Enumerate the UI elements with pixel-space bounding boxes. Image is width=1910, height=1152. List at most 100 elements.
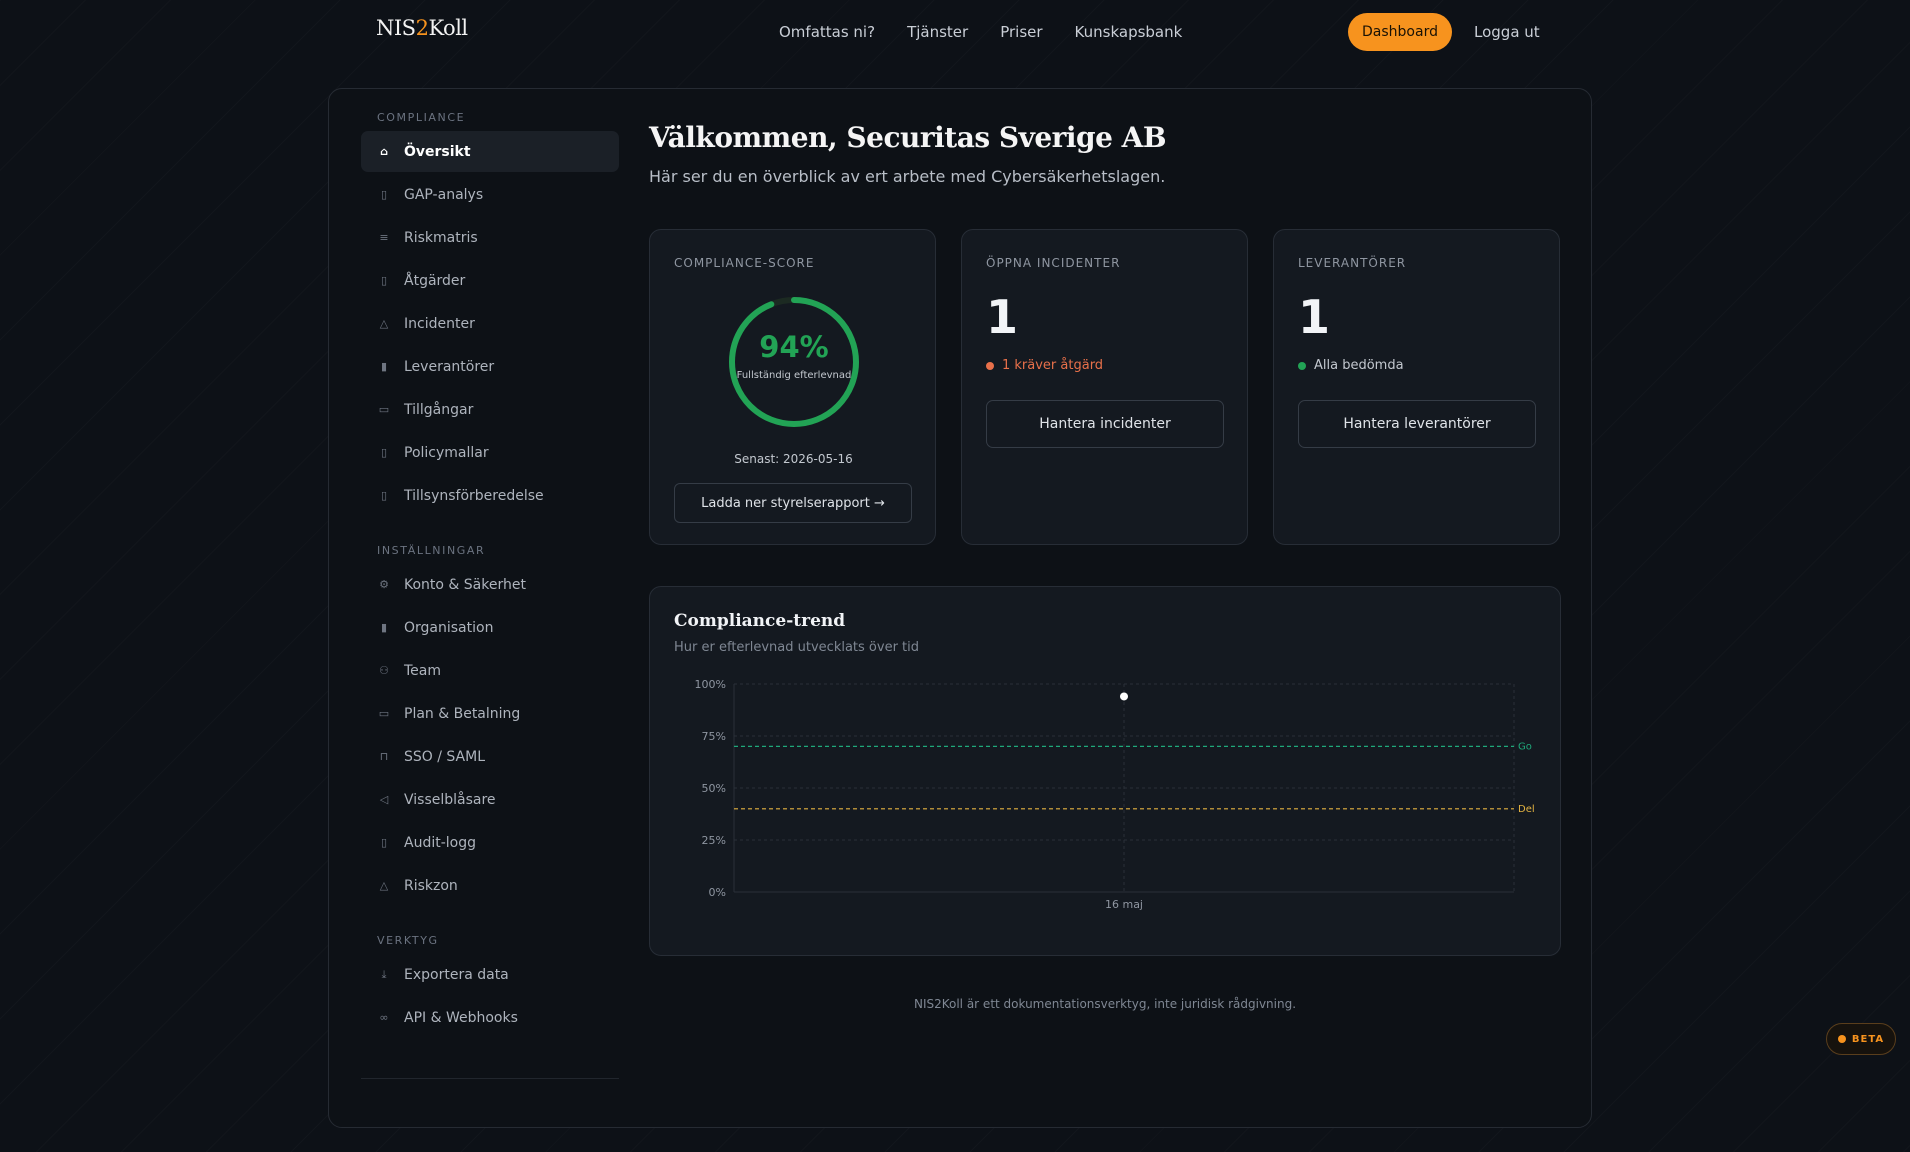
- nav-link-priser[interactable]: Priser: [1000, 23, 1042, 41]
- sidebar-item-label: Exportera data: [404, 966, 509, 983]
- suppliers-card: LEVERANTÖRER 1 Alla bedömda Hantera leve…: [1273, 229, 1560, 545]
- open-incidents-card: ÖPPNA INCIDENTER 1 1 kräver åtgärd Hante…: [961, 229, 1248, 545]
- sidebar-item-riskzon[interactable]: △ Riskzon: [361, 865, 619, 906]
- suppliers-status-text: Alla bedömda: [1314, 358, 1404, 373]
- main-panel: COMPLIANCE ⌂ Översikt ▯ GAP-analys ≡ Riskmatr…: [328, 88, 1592, 1128]
- clipboard-icon: ▯: [380, 489, 388, 502]
- sidebar: COMPLIANCE ⌂ Översikt ▯ GAP-analys ≡ Riskmatr…: [361, 111, 619, 1040]
- sidebar-item-api-webhooks[interactable]: ∞ API & Webhooks: [361, 997, 619, 1038]
- download-report-button[interactable]: Ladda ner styrelserapport →: [674, 483, 912, 523]
- logo[interactable]: NIS2Koll: [376, 16, 468, 40]
- sidebar-item-visselblåsare[interactable]: ◁ Visselblåsare: [361, 779, 619, 820]
- manage-incidents-button[interactable]: Hantera incidenter: [986, 400, 1224, 448]
- server-icon: ▭: [378, 403, 390, 416]
- sidebar-item-incidenter[interactable]: △ Incidenter: [361, 303, 619, 344]
- sidebar-item-label: Riskmatris: [404, 229, 478, 246]
- sidebar-item-label: Åtgärder: [404, 272, 466, 289]
- status-dot-icon: [986, 361, 994, 370]
- warning-icon: △: [379, 317, 389, 330]
- building-icon: ▮: [380, 621, 388, 634]
- logout-link[interactable]: Logga ut: [1474, 23, 1540, 41]
- sidebar-item-label: Audit-logg: [404, 834, 476, 851]
- reference-line-label: Del: [1518, 804, 1535, 815]
- y-tick-label: 25%: [702, 834, 726, 847]
- nav-link-omfattas[interactable]: Omfattas ni?: [779, 23, 875, 41]
- status-dot-icon: [1298, 361, 1306, 370]
- sidebar-item-sso-saml[interactable]: ⊓ SSO / SAML: [361, 736, 619, 777]
- clipboard-check-icon: ▯: [380, 274, 388, 287]
- gear-icon: ⚙: [379, 578, 389, 591]
- sidebar-item-label: API & Webhooks: [404, 1009, 518, 1026]
- data-point: [1120, 692, 1128, 701]
- compliance-gauge: 94% Fullständig efterlevnad: [726, 294, 862, 430]
- sidebar-item-label: Plan & Betalning: [404, 705, 521, 722]
- trend-chart: 0% 25% 50% 75% 100% 16 maj Go Del: [695, 678, 1535, 911]
- score-value: 94%: [759, 330, 829, 364]
- sidebar-item-tillgångar[interactable]: ▭ Tillgångar: [361, 389, 619, 430]
- sidebar-item-tillsynsförberedelse[interactable]: ▯ Tillsynsförberedelse: [361, 475, 619, 516]
- building-icon: ▮: [380, 360, 388, 373]
- page-subtitle: Här ser du en överblick av ert arbete me…: [649, 167, 1166, 186]
- compliance-score-card: COMPLIANCE-SCORE 94% Fullständig efterle…: [649, 229, 936, 545]
- sidebar-item-exportera-data[interactable]: ⤓ Exportera data: [361, 954, 619, 995]
- sidebar-item-åtgärder[interactable]: ▯ Åtgärder: [361, 260, 619, 301]
- sidebar-item-audit-logg[interactable]: ▯ Audit-logg: [361, 822, 619, 863]
- score-card-label: COMPLIANCE-SCORE: [674, 256, 815, 270]
- sidebar-item-team[interactable]: ⚇ Team: [361, 650, 619, 691]
- y-tick-label: 100%: [695, 678, 726, 691]
- sidebar-item-label: Översikt: [404, 143, 471, 160]
- sidebar-item-label: Visselblåsare: [404, 791, 496, 808]
- suppliers-count: 1: [1298, 290, 1331, 344]
- score-date: Senast: 2026-05-16: [734, 452, 853, 466]
- compliance-trend-card: Compliance-trend Hur er efterlevnad utve…: [649, 586, 1561, 956]
- sidebar-section-compliance: COMPLIANCE: [377, 111, 466, 124]
- nav-link-tjanster[interactable]: Tjänster: [907, 23, 968, 41]
- beta-label: BETA: [1851, 1033, 1885, 1045]
- sidebar-item-label: Tillsynsförberedelse: [404, 487, 544, 504]
- sidebar-item-leverantörer[interactable]: ▮ Leverantörer: [361, 346, 619, 387]
- credit-card-icon: ▭: [378, 707, 390, 720]
- sidebar-item-policymallar[interactable]: ▯ Policymallar: [361, 432, 619, 473]
- download-icon: ⤓: [381, 967, 387, 981]
- sidebar-item-label: Policymallar: [404, 444, 489, 461]
- nav-link-kunskapsbank[interactable]: Kunskapsbank: [1075, 23, 1183, 41]
- sidebar-item-label: Tillgångar: [404, 401, 474, 418]
- document-icon: ▯: [380, 836, 388, 849]
- sidebar-item-label: Konto & Säkerhet: [404, 576, 526, 593]
- sidebar-item-label: SSO / SAML: [404, 748, 486, 765]
- incidents-status: 1 kräver åtgärd: [986, 358, 1103, 373]
- warning-icon: △: [379, 879, 389, 892]
- sidebar-item-konto-säkerhet[interactable]: ⚙ Konto & Säkerhet: [361, 564, 619, 605]
- sidebar-item-label: Organisation: [404, 619, 494, 636]
- x-tick-label: 16 maj: [1105, 898, 1143, 911]
- sidebar-item-gap-analys[interactable]: ▯ GAP-analys: [361, 174, 619, 215]
- dashboard-button[interactable]: Dashboard: [1348, 13, 1452, 51]
- beta-badge[interactable]: BETA: [1826, 1023, 1896, 1055]
- disclaimer: NIS2Koll är ett dokumentationsverktyg, i…: [913, 997, 1297, 1011]
- sidebar-item-översikt[interactable]: ⌂ Översikt: [361, 131, 619, 172]
- y-tick-label: 0%: [709, 886, 726, 899]
- suppliers-status: Alla bedömda: [1298, 358, 1404, 373]
- users-icon: ⚇: [379, 664, 389, 677]
- document-icon: ▯: [380, 446, 388, 459]
- lock-icon: ⊓: [379, 750, 389, 763]
- y-tick-label: 75%: [702, 730, 726, 743]
- sidebar-item-label: Incidenter: [404, 315, 475, 332]
- sidebar-item-riskmatris[interactable]: ≡ Riskmatris: [361, 217, 619, 258]
- clipboard-icon: ▯: [380, 188, 388, 201]
- sidebar-item-organisation[interactable]: ▮ Organisation: [361, 607, 619, 648]
- sidebar-item-label: Riskzon: [404, 877, 458, 894]
- sidebar-section-settings: INSTÄLLNINGAR: [377, 544, 486, 557]
- top-navigation: NIS2Koll Omfattas ni? Tjänster Priser Ku…: [0, 0, 1910, 64]
- score-subtext: Fullständig efterlevnad: [736, 370, 852, 381]
- page-title: Välkommen, Securitas Sverige AB: [649, 121, 1167, 154]
- sidebar-item-label: Team: [404, 662, 442, 679]
- reference-line-label: Go: [1518, 741, 1532, 752]
- sidebar-section-tools: VERKTYG: [377, 934, 439, 947]
- list-icon: ≡: [379, 231, 389, 244]
- beta-dot-icon: [1837, 1035, 1846, 1043]
- sidebar-divider: [361, 1078, 619, 1079]
- manage-suppliers-button[interactable]: Hantera leverantörer: [1298, 400, 1536, 448]
- sidebar-item-plan-betalning[interactable]: ▭ Plan & Betalning: [361, 693, 619, 734]
- suppliers-card-label: LEVERANTÖRER: [1298, 256, 1407, 270]
